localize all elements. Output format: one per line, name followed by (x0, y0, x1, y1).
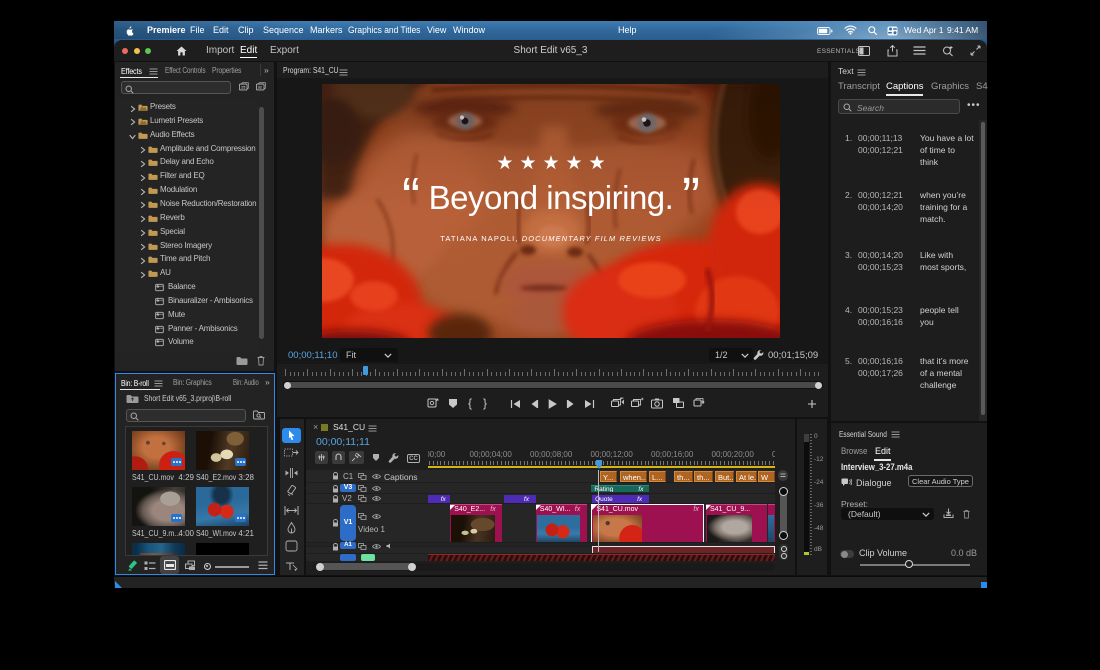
svg-text:25: 25 (241, 86, 245, 90)
svg-text:32: 32 (258, 86, 262, 90)
